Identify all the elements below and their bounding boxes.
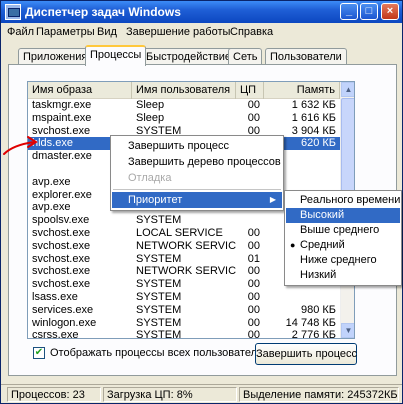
status-cpu: Загрузка ЦП: 8% [103, 387, 237, 402]
menu-view[interactable]: Вид [97, 26, 117, 38]
menu-help[interactable]: Справка [230, 26, 273, 38]
scroll-down-button[interactable]: ▼ [341, 323, 354, 338]
process-name-cell: csrss.exe [32, 329, 79, 339]
table-row[interactable]: taskmgr.exe Sleep 00 1 632 КБ [28, 99, 340, 112]
menu-file[interactable]: Файл [7, 26, 34, 38]
end-process-button[interactable]: Завершить процесс [255, 343, 357, 365]
column-memory[interactable]: Память [264, 82, 340, 99]
priority-normal[interactable]: ● Средний [286, 238, 400, 253]
tab-applications[interactable]: Приложения [18, 48, 93, 65]
process-user-cell: SYSTEM [136, 329, 182, 339]
ctx-end-process[interactable]: Завершить процесс [112, 138, 282, 154]
process-user-cell: SYSTEM [136, 290, 182, 303]
menu-bar: Файл Параметры Вид Завершение работы Спр… [1, 23, 402, 41]
tab-performance[interactable]: Быстродействие [141, 48, 236, 65]
process-user-cell: Sleep [136, 99, 165, 111]
process-user-cell: Sleep [136, 111, 165, 124]
process-user-cell: SYSTEM [136, 252, 182, 265]
process-user-cell: NETWORK SERVICE [136, 239, 236, 252]
tab-strip: Приложения Процессы Быстродействие Сеть … [1, 45, 402, 66]
task-manager-app-icon [5, 4, 21, 20]
menu-options[interactable]: Параметры [36, 26, 95, 38]
column-user-name[interactable]: Имя пользователя [132, 82, 236, 99]
status-memory: Выделение памяти: 245372КБ / 6 [239, 387, 399, 402]
table-row[interactable]: services.exe SYSTEM 00 980 КБ [28, 304, 340, 317]
priority-submenu: Реального времени Высокий Выше среднего … [284, 190, 402, 286]
ctx-end-process-tree[interactable]: Завершить дерево процессов [112, 154, 282, 170]
process-cpu-cell: 00 [247, 290, 260, 303]
process-cpu-cell: 00 [247, 111, 260, 124]
ctx-priority[interactable]: Приоритет ▶ [112, 192, 282, 208]
process-name-cell: svchost.exe [32, 239, 91, 252]
priority-low[interactable]: Низкий [286, 268, 400, 283]
window-title: Диспетчер задач Windows [25, 5, 181, 19]
ctx-debug[interactable]: Отладка [112, 170, 282, 186]
process-memory-cell: 980 КБ [300, 303, 336, 316]
minimize-button[interactable]: _ [340, 3, 358, 20]
process-cpu-cell: 00 [247, 329, 260, 339]
column-cpu[interactable]: ЦП [236, 82, 264, 99]
priority-normal-label: Средний [300, 239, 345, 251]
process-user-cell: SYSTEM [136, 316, 182, 329]
ctx-priority-label: Приоритет [128, 194, 183, 206]
process-name-cell: lsass.exe [32, 290, 78, 303]
process-name-cell: svchost.exe [32, 278, 91, 291]
process-name-cell: taskmgr.exe [32, 99, 92, 111]
process-name-cell: spoolsv.exe [32, 214, 90, 227]
process-memory-cell: 14 748 КБ [285, 316, 336, 329]
process-cpu-cell: 00 [247, 99, 260, 111]
close-button[interactable]: × [381, 3, 399, 20]
tab-network[interactable]: Сеть [228, 48, 263, 65]
process-user-cell: SYSTEM [136, 303, 182, 316]
status-processes: Процессов: 23 [7, 387, 101, 402]
process-user-cell: SYSTEM [136, 214, 182, 227]
priority-realtime[interactable]: Реального времени [286, 193, 400, 208]
priority-above-normal[interactable]: Выше среднего [286, 223, 400, 238]
priority-high[interactable]: Высокий [286, 208, 400, 223]
selected-bullet-icon: ● [290, 240, 296, 250]
process-name-cell: services.exe [32, 303, 94, 316]
submenu-arrow-icon: ▶ [269, 195, 276, 204]
process-name-cell: svchost.exe [32, 265, 91, 278]
show-all-users-checkbox[interactable]: ✔ [33, 347, 45, 359]
column-image-name[interactable]: Имя образа [28, 82, 132, 99]
show-all-users-label: Отображать процессы всех пользователей [50, 347, 270, 359]
table-row[interactable]: lsass.exe SYSTEM 00 [28, 291, 340, 304]
process-memory-cell: 1 616 КБ [291, 111, 336, 124]
process-cpu-cell: 00 [247, 316, 260, 329]
priority-below-normal[interactable]: Ниже среднего [286, 253, 400, 268]
process-memory-cell: 2 776 КБ [291, 329, 336, 339]
process-cpu-cell: 00 [247, 239, 260, 252]
process-name-cell: winlogon.exe [32, 316, 97, 329]
maximize-button[interactable]: □ [360, 3, 378, 20]
process-user-cell: NETWORK SERVICE [136, 265, 236, 278]
process-cpu-cell: 01 [247, 252, 260, 265]
title-bar[interactable]: Диспетчер задач Windows _ □ × [1, 1, 402, 23]
process-cpu-cell: 00 [247, 265, 260, 278]
table-row[interactable]: csrss.exe SYSTEM 00 2 776 КБ [28, 329, 340, 339]
process-user-cell: LOCAL SERVICE [136, 226, 223, 239]
process-cpu-cell: 00 [247, 303, 260, 316]
process-list-header: Имя образа Имя пользователя ЦП Память [28, 82, 340, 99]
ctx-separator [113, 189, 281, 190]
tab-processes[interactable]: Процессы [85, 45, 147, 66]
status-bar: Процессов: 23 Загрузка ЦП: 8% Выделение … [1, 384, 402, 403]
process-user-cell: SYSTEM [136, 278, 182, 291]
process-cpu-cell: 00 [247, 226, 260, 239]
menu-shutdown[interactable]: Завершение работы [126, 26, 230, 38]
process-context-menu: Завершить процесс Завершить дерево проце… [110, 135, 284, 211]
scroll-up-button[interactable]: ▲ [341, 82, 354, 97]
process-cpu-cell: 00 [247, 278, 260, 291]
tab-users[interactable]: Пользователи [265, 48, 347, 65]
process-memory-cell: 1 632 КБ [291, 99, 336, 111]
process-name-cell: svchost.exe [32, 252, 91, 265]
annotation-arrow-icon [3, 136, 38, 155]
process-name-cell: svchost.exe [32, 226, 91, 239]
table-row[interactable]: winlogon.exe SYSTEM 00 14 748 КБ [28, 317, 340, 330]
table-row[interactable]: mspaint.exe Sleep 00 1 616 КБ [28, 112, 340, 125]
process-name-cell: mspaint.exe [32, 111, 92, 124]
